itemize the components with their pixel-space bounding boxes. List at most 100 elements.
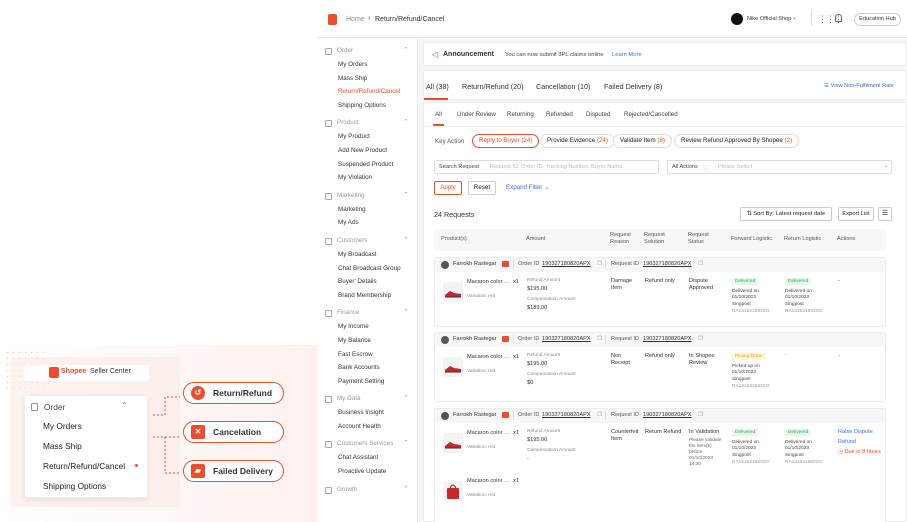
sidebar-item[interactable]: Buyer' Details — [318, 275, 417, 289]
copy-icon[interactable]: ❐ — [597, 336, 602, 343]
chat-icon[interactable] — [502, 412, 509, 418]
promo-menu-item[interactable]: My Orders — [43, 421, 82, 431]
view-non-fulfilment-link[interactable]: ☰ View Non-Fulfilment Rate — [824, 83, 894, 89]
action-link[interactable]: Raise Dispute — [838, 429, 873, 436]
copy-icon[interactable]: ❐ — [597, 261, 602, 268]
buyer-name[interactable]: Farrokh Rastegar — [453, 336, 497, 343]
sidebar-section-title[interactable]: Order ⌃ — [318, 44, 417, 58]
sidebar-item[interactable]: Mass Ship — [318, 72, 417, 86]
tracking-number[interactable]: RA151521563SG — [785, 460, 823, 466]
search-request-field[interactable]: Search Request Request ID, Order ID, Tra… — [434, 160, 659, 174]
subtab-disputed[interactable]: Disputed — [586, 111, 610, 118]
subtab-under-review[interactable]: Under Review — [457, 111, 496, 118]
sidebar-section-title[interactable]: Growth ⌃ — [318, 483, 417, 497]
sidebar-item[interactable]: My Balance — [318, 334, 417, 348]
tab-all[interactable]: All (38) — [426, 82, 449, 91]
sidebar-item[interactable]: Proactive Update — [318, 465, 417, 479]
chip-provide-evidence[interactable]: Provide Evidence (24) — [540, 134, 615, 148]
sidebar-item[interactable]: Brand Membership — [318, 289, 417, 303]
tab-cancellation[interactable]: Cancellation (10) — [536, 82, 590, 91]
chip-reply-to-buyer[interactable]: Reply to Buyer (24) — [472, 134, 540, 148]
tab-return-refund[interactable]: Return/Refund (20) — [462, 82, 524, 91]
chevron-up-icon[interactable]: ⌃ — [403, 437, 409, 451]
copy-icon[interactable]: ❐ — [597, 412, 602, 419]
sidebar-item[interactable]: My Broadcast — [318, 248, 417, 262]
product-name[interactable]: Macaron color match... — [467, 354, 511, 361]
breadcrumb-home[interactable]: Home — [346, 16, 365, 23]
subtab-rejected-cancelled[interactable]: Rejected/Cancelled — [624, 111, 678, 118]
buyer-name[interactable]: Farrokh Rastegar — [453, 412, 497, 419]
sort-dropdown[interactable]: ⇅ Sort By: Latest request date — [740, 207, 832, 221]
expand-filter-link[interactable]: Expand Filter ⌄ — [506, 184, 549, 191]
product-name[interactable]: Macaron color match... — [467, 430, 511, 437]
chevron-up-icon[interactable]: ⌃ — [403, 392, 409, 406]
sidebar-item[interactable]: Return/Refund/Cancel — [318, 85, 417, 99]
sidebar-section-title[interactable]: Customers ⌃ — [318, 234, 417, 248]
sidebar-item[interactable]: My Ads — [318, 216, 417, 230]
sidebar-item[interactable]: Chat Assistant — [318, 451, 417, 465]
shop-name[interactable]: Nike Official Shop — [747, 16, 791, 22]
tracking-number[interactable]: RA151521563SG — [785, 309, 823, 315]
chip-review-refund[interactable]: Review Refund Approved By Shopee (2) — [674, 134, 800, 148]
copy-icon[interactable]: ❐ — [698, 412, 703, 419]
chevron-up-icon[interactable]: ⌃ — [403, 116, 409, 130]
chevron-up-icon[interactable]: ⌃ — [403, 483, 409, 497]
sidebar-item[interactable]: Payment Setting — [318, 375, 417, 389]
subtab-refunded[interactable]: Refunded — [546, 111, 573, 118]
chevron-down-icon[interactable]: ⌄ — [792, 14, 797, 21]
sidebar-item[interactable]: Bank Accounts — [318, 361, 417, 375]
copy-icon[interactable]: ❐ — [698, 336, 703, 343]
subtab-all[interactable]: All — [435, 111, 442, 118]
chevron-up-icon[interactable]: ⌃ — [403, 189, 409, 203]
order-id[interactable]: 190327180820APX — [542, 336, 591, 343]
sidebar-section-title[interactable]: My Data ⌃ — [318, 392, 417, 406]
shop-avatar[interactable] — [731, 13, 743, 25]
order-id[interactable]: 190327180820APX — [542, 412, 591, 419]
apply-button[interactable]: Apply — [434, 181, 462, 195]
menu-icon[interactable]: ☰ — [878, 207, 892, 221]
sidebar-item[interactable]: Suspended Product — [318, 158, 417, 172]
sidebar-item[interactable]: Add New Product — [318, 144, 417, 158]
subtab-returning[interactable]: Returning — [507, 111, 534, 118]
sidebar-item[interactable]: Marketing — [318, 203, 417, 217]
product-name[interactable]: Macaron color match... — [467, 478, 511, 485]
education-hub-button[interactable]: Education Hub — [854, 13, 901, 26]
tracking-number[interactable]: RA151521563SG — [732, 309, 770, 315]
sidebar-section-title[interactable]: Product ⌃ — [318, 116, 417, 130]
chip-validate-item[interactable]: Validate Item (8) — [613, 134, 672, 148]
product-name[interactable]: Macaron color match... — [467, 279, 511, 286]
bell-icon[interactable] — [835, 14, 842, 22]
sidebar-item[interactable]: My Product — [318, 130, 417, 144]
sidebar-item[interactable]: Fast Escrow — [318, 348, 417, 362]
order-id[interactable]: 190327180820APX — [542, 261, 591, 268]
sidebar-section-title[interactable]: Marketing ⌃ — [318, 189, 417, 203]
sidebar-item[interactable]: Business Insight — [318, 406, 417, 420]
sidebar-item[interactable]: Account Health — [318, 420, 417, 434]
chat-icon[interactable] — [502, 336, 509, 342]
promo-menu-item[interactable]: Return/Refund/Cancel — [43, 461, 125, 471]
request-id[interactable]: 190327180820APX — [643, 261, 692, 268]
chevron-up-icon[interactable]: ⌃ — [403, 234, 409, 248]
sidebar-section-title[interactable]: Finance ⌃ — [318, 306, 417, 320]
sidebar-item[interactable]: My Orders — [318, 58, 417, 72]
learn-more-link[interactable]: Learn More — [612, 52, 642, 58]
chat-icon[interactable] — [502, 261, 509, 267]
promo-menu-item[interactable]: Shipping Options — [43, 481, 106, 491]
tab-failed-delivery[interactable]: Failed Delivery (8) — [604, 82, 662, 91]
action-link[interactable]: Refund — [838, 439, 856, 446]
request-id[interactable]: 190327180820APX — [643, 336, 692, 343]
search-input[interactable]: Request ID, Order ID, Tracking Number, B… — [490, 164, 656, 170]
buyer-name[interactable]: Farrokh Rastegar — [453, 261, 497, 268]
sidebar-item[interactable]: Chat Broadcast Group — [318, 262, 417, 276]
chevron-up-icon[interactable]: ⌃ — [403, 306, 409, 320]
promo-menu-item[interactable]: Mass Ship — [43, 441, 82, 451]
sidebar-item[interactable]: My Income — [318, 320, 417, 334]
export-list-button[interactable]: Export List — [838, 207, 874, 221]
sidebar-section-title[interactable]: Customers Services ⌃ — [318, 437, 417, 451]
shopee-logo-icon[interactable] — [328, 14, 337, 25]
chevron-up-icon[interactable]: ⌃ — [403, 44, 409, 58]
copy-icon[interactable]: ❐ — [698, 261, 703, 268]
sidebar-item[interactable]: My Violation — [318, 171, 417, 185]
tracking-number[interactable]: RA151521563SG — [732, 460, 770, 466]
tracking-number[interactable]: RA151521563SG — [732, 384, 770, 390]
